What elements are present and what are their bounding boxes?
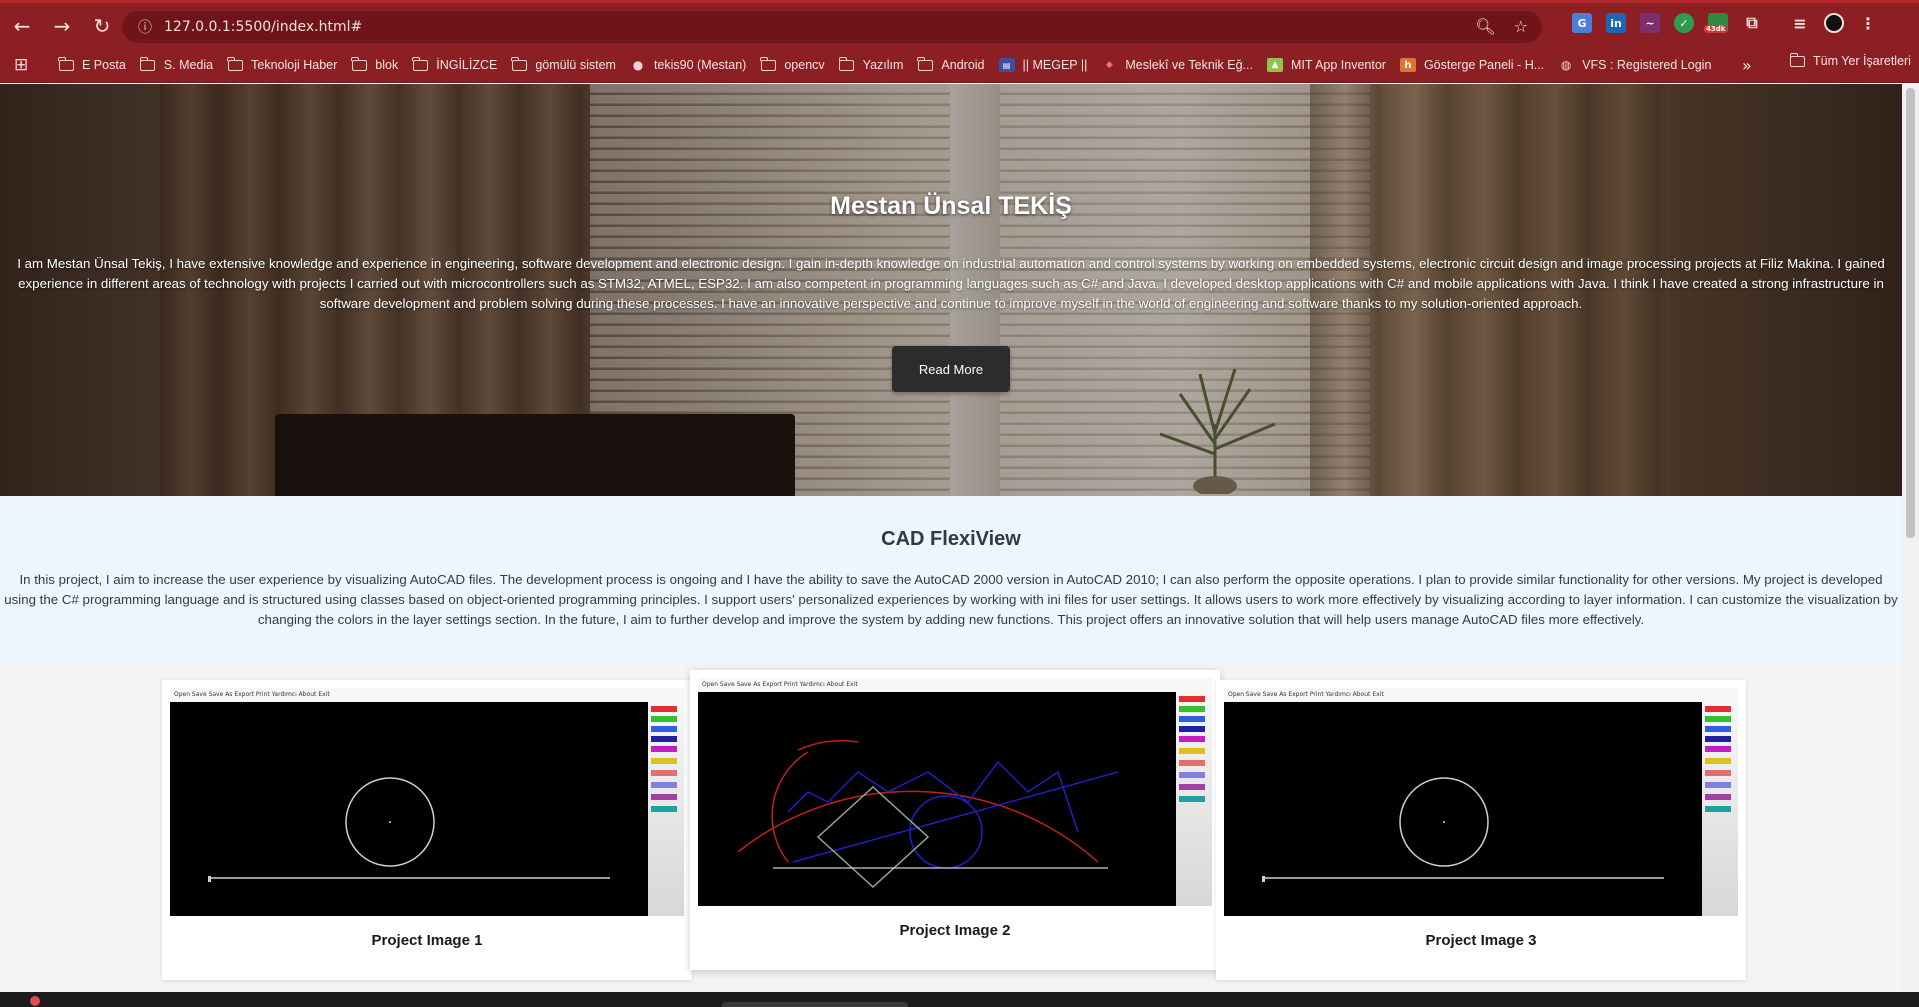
page-scrollbar[interactable] [1902,84,1919,992]
folder-icon [58,56,74,71]
cad-canvas [1224,702,1702,916]
folder-icon [511,56,527,71]
os-taskbar [0,992,1919,1007]
app-inventor-icon: ▲ [1266,58,1283,72]
project-card-3[interactable]: Open Save Save As Export Print Yardımcı … [1216,680,1746,980]
notification-icon[interactable] [30,996,40,1006]
puzzle-icon[interactable]: ⧉ [1742,13,1762,33]
folder-icon [1789,52,1805,67]
folder-icon [838,56,855,71]
site-info-icon[interactable]: ⓘ [130,17,160,37]
bookmark-ingilizce[interactable]: İNGİLİZCE [412,56,497,72]
bookmark-gomulu-sistem[interactable]: gömülü sistem [511,56,616,72]
folder-icon [412,56,428,71]
app-menu-bar: Open Save Save As Export Print Yardımcı … [1224,688,1738,702]
linkedin-icon[interactable]: in [1606,13,1626,33]
project-title: CAD FlexiView [881,528,1021,550]
reading-list-icon[interactable]: ≡ [1790,13,1810,33]
folder-icon [227,56,243,71]
folder-icon [351,56,367,71]
extensions-area: G in ~ ✓ 43dk ⧉ ≡ ⋮ [1572,13,1878,33]
browser-toolbar: ← → ↻ ⓘ 127.0.0.1:5500/index.html# 🔍︎ ☆ … [0,0,1919,48]
reload-icon[interactable]: ↻ [84,8,120,44]
project-section: CAD FlexiView In this project, I aim to … [0,496,1902,664]
bookmark-vfs[interactable]: ◍ VFS : Registered Login [1558,58,1712,72]
hero-section: Mestan Ünsal TEKİŞ I am Mestan Ünsal Tek… [0,84,1902,496]
project-image-3[interactable]: Open Save Save As Export Print Yardımcı … [1224,688,1738,916]
badge-extension-icon[interactable]: 43dk [1704,13,1728,33]
extension-badge: 43dk [1704,25,1728,33]
bookmark-e-posta[interactable]: E Posta [58,56,126,72]
avatar[interactable] [1824,13,1844,33]
folder-icon [917,56,933,71]
project-image-caption: Project Image 2 [899,922,1011,939]
bookmark-android[interactable]: Android [917,56,985,72]
zoom-icon[interactable]: 🔍︎ [1475,17,1495,36]
hero-description: I am Mestan Ünsal Tekiş, I have extensiv… [17,256,1885,311]
cad-canvas [698,692,1176,906]
project-image-2[interactable]: Open Save Save As Export Print Yardımcı … [698,678,1212,906]
app-menu-bar: Open Save Save As Export Print Yardımcı … [170,688,684,702]
bookmarks-bar: ⊞ E Posta S. Media Teknoloji Haber blok … [0,48,1919,83]
bookmark-opencv[interactable]: opencv [760,56,825,72]
bookmark-blok[interactable]: blok [351,56,398,72]
layer-panel[interactable] [1176,692,1212,906]
project-card-2[interactable]: Open Save Save As Export Print Yardımcı … [690,670,1220,970]
project-card-1[interactable]: Open Save Save As Export Print Yardımcı … [162,680,692,980]
cad-canvas [170,702,648,916]
layer-panel[interactable] [1702,702,1738,916]
shield-icon[interactable]: ✓ [1674,13,1694,33]
url-text[interactable]: 127.0.0.1:5500/index.html# [164,19,362,35]
read-more-button[interactable]: Read More [892,346,1010,392]
star-icon[interactable]: ☆ [1514,17,1528,36]
all-bookmarks-button[interactable]: Tüm Yer İşaretleri [1789,52,1911,68]
page-viewport: Mestan Ünsal TEKİŞ I am Mestan Ünsal Tek… [0,84,1902,992]
extension-icon[interactable]: ~ [1640,13,1660,33]
project-image-caption: Project Image 1 [371,932,483,949]
bookmark-s-media[interactable]: S. Media [139,56,213,72]
project-description: In this project, I aim to increase the u… [4,572,1898,627]
bookmark-yazilim[interactable]: Yazılım [838,56,903,72]
menu-icon[interactable]: ⋮ [1858,13,1878,33]
github-icon: ● [632,58,644,72]
address-bar[interactable]: ⓘ 127.0.0.1:5500/index.html# 🔍︎ ☆ [122,11,1542,43]
bookmark-mit-app-inventor[interactable]: ▲ MIT App Inventor [1266,58,1386,72]
bookmarks-more-icon[interactable]: » [1742,56,1752,75]
folder-icon [760,56,776,71]
taskbar-search[interactable] [722,1002,908,1007]
bookmark-teknoloji-haber[interactable]: Teknoloji Haber [227,56,337,72]
folder-icon [139,56,156,71]
project-image-1[interactable]: Open Save Save As Export Print Yardımcı … [170,688,684,916]
layer-panel[interactable] [648,702,684,916]
hero-title: Mestan Ünsal TEKİŞ [830,192,1072,220]
translate-icon[interactable]: G [1572,13,1592,33]
h-icon: h [1399,58,1416,72]
project-image-caption: Project Image 3 [1425,932,1537,949]
bookmark-tekis90[interactable]: ● tekis90 (Mestan) [630,58,747,72]
meb-icon: ◆ [1105,60,1113,70]
megep-icon: ▤ [998,58,1015,72]
apps-grid-icon[interactable]: ⊞ [14,55,44,75]
forward-icon[interactable]: → [44,8,80,44]
scrollbar-thumb[interactable] [1906,88,1915,538]
project-gallery: Open Save Save As Export Print Yardımcı … [0,664,1902,992]
app-menu-bar: Open Save Save As Export Print Yardımcı … [698,678,1212,692]
bookmark-gosterge-paneli[interactable]: h Gösterge Paneli - H... [1399,58,1544,72]
bookmark-meslek[interactable]: ◆ Meslekî ve Teknik Eğ... [1101,58,1253,72]
bookmark-megep[interactable]: ▤ || MEGEP || [998,58,1087,72]
back-icon[interactable]: ← [4,8,40,44]
globe-icon: ◍ [1560,58,1572,72]
